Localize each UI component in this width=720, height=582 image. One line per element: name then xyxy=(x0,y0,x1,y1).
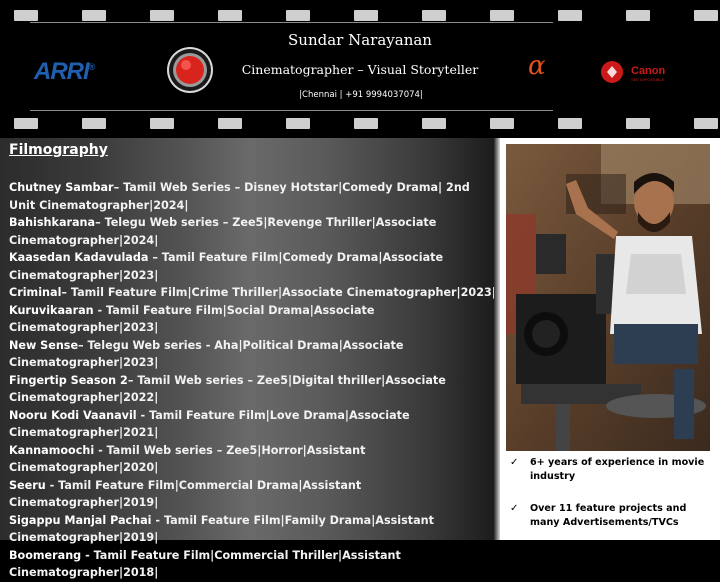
film-perforation xyxy=(218,118,242,129)
filmography-entry: Chutney Sambar– Tamil Web Series – Disne… xyxy=(9,179,497,214)
filmography-entry: Kannamoochi - Tamil Web series – Zee5|Ho… xyxy=(9,442,497,477)
profile-panel: ✓ 6+ years of experience in movie industr… xyxy=(500,138,720,540)
filmography-entry: New Sense– Telegu Web series - Aha|Polit… xyxy=(9,337,497,372)
film-title: Criminal xyxy=(9,286,62,299)
filmography-entry: Nooru Kodi Vaanavil - Tamil Feature Film… xyxy=(9,407,497,442)
film-description: - Tamil Feature Film|Commercial Drama|As… xyxy=(9,478,362,510)
film-perforation xyxy=(694,10,718,21)
film-perforation xyxy=(422,118,446,129)
filmography-panel: Filmography Chutney Sambar– Tamil Web Se… xyxy=(0,138,500,579)
film-strip-header: ARRI® Sundar Narayanan Cinematographer –… xyxy=(0,0,720,138)
filmography-entry: Sigappu Manjal Pachai - Tamil Feature Fi… xyxy=(9,512,497,547)
filmography-entry: Kaasedan Kadavulada – Tamil Feature Film… xyxy=(9,249,497,284)
film-perforation xyxy=(694,118,718,129)
person-name: Sundar Narayanan xyxy=(288,31,432,49)
film-title: New Sense xyxy=(9,338,79,352)
film-perforations-bottom xyxy=(0,118,720,129)
person-role: Cinematographer – Visual Storyteller xyxy=(241,62,479,77)
film-title: Sigappu Manjal Pachai xyxy=(9,513,152,527)
highlight-text: 6+ years of experience in movie industry xyxy=(530,457,705,482)
checkmark-icon: ✓ xyxy=(510,503,519,514)
film-title: Chutney Sambar xyxy=(9,181,114,194)
canon-logo: Canon SEE IMPOSSIBLE xyxy=(601,61,666,83)
film-perforation xyxy=(626,118,650,129)
film-perforations-top xyxy=(0,10,720,21)
film-perforation xyxy=(14,118,38,129)
film-perforation xyxy=(150,10,174,21)
film-perforation xyxy=(558,10,582,21)
film-perforation xyxy=(558,118,582,129)
film-perforation xyxy=(82,10,106,21)
filmography-entry: Fingertip Season 2– Tamil Web series – Z… xyxy=(9,372,497,407)
film-title: Boomerang xyxy=(9,548,82,562)
filmography-list: Chutney Sambar– Tamil Web Series – Disne… xyxy=(9,179,497,582)
filmography-entry: Bahishkarana– Telegu Web series – Zee5|R… xyxy=(9,214,497,249)
divider-bottom xyxy=(30,110,553,111)
film-perforation xyxy=(82,118,106,129)
filmography-entry: Kuruvikaaran - Tamil Feature Film|Social… xyxy=(9,302,497,337)
canon-logo-text: Canon xyxy=(631,65,666,77)
film-perforation xyxy=(354,118,378,129)
highlight-item: ✓ Over 11 feature projects and many Adver… xyxy=(504,502,718,530)
filmography-entry: Criminal– Tamil Feature Film|Crime Thril… xyxy=(9,284,497,302)
sony-alpha-logo: α xyxy=(528,51,546,81)
filmography-entry: Boomerang - Tamil Feature Film|Commercia… xyxy=(9,547,497,582)
film-perforation xyxy=(14,10,38,21)
cinematographer-photo xyxy=(506,144,710,451)
film-title: Kaasedan Kadavulada xyxy=(9,251,149,264)
film-title: Kuruvikaaran xyxy=(9,303,94,317)
highlight-item: ✓ 6+ years of experience in movie industr… xyxy=(504,456,718,484)
arri-logo: ARRI® xyxy=(34,58,96,86)
filmography-heading: Filmography xyxy=(9,142,108,158)
film-perforation xyxy=(422,10,446,21)
film-title: Kannamoochi xyxy=(9,443,95,457)
divider-top xyxy=(30,22,553,23)
contact-info: |Chennai | +91 9994037074| xyxy=(299,90,423,100)
film-perforation xyxy=(490,10,514,21)
film-perforation xyxy=(490,118,514,129)
arri-registered-mark: ® xyxy=(88,62,96,72)
film-title: Seeru xyxy=(9,478,46,492)
filmography-entry: Seeru - Tamil Feature Film|Commercial Dr… xyxy=(9,477,497,512)
checkmark-icon: ✓ xyxy=(510,457,519,468)
film-perforation xyxy=(354,10,378,21)
film-perforation xyxy=(150,118,174,129)
film-perforation xyxy=(286,118,310,129)
film-title: Bahishkarana xyxy=(9,216,96,229)
film-description: – Tamil Feature Film|Crime Thriller|Asso… xyxy=(61,286,496,299)
highlight-text: Over 11 feature projects and many Advert… xyxy=(530,503,687,528)
film-title: Fingertip Season 2 xyxy=(9,373,128,387)
highlights-list: ✓ 6+ years of experience in movie industr… xyxy=(504,454,718,530)
red-camera-logo-icon xyxy=(167,47,213,93)
film-perforation xyxy=(626,10,650,21)
arri-logo-text: ARRI xyxy=(34,58,90,85)
film-perforation xyxy=(218,10,242,21)
canon-tagline: SEE IMPOSSIBLE xyxy=(631,77,665,82)
film-perforation xyxy=(286,10,310,21)
film-title: Nooru Kodi Vaanavil xyxy=(9,408,137,422)
